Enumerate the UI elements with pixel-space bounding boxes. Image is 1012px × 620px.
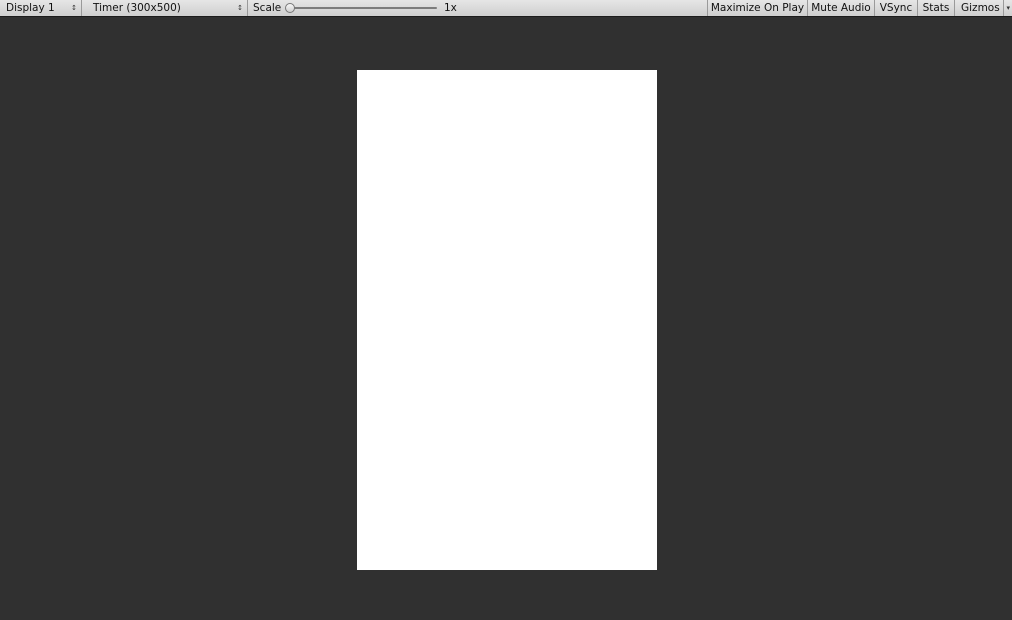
scale-label: Scale [253,2,282,14]
scale-slider-thumb[interactable] [285,3,295,13]
resolution-dropdown[interactable]: Timer (300x500) ↕ [87,0,248,16]
game-view-canvas[interactable] [357,70,657,570]
display-label: Display 1 [6,2,55,14]
chevron-down-icon[interactable]: ▾ [1003,0,1010,16]
game-toolbar: Display 1 ↕ Timer (300x500) ↕ Scale 1x M… [0,0,1012,17]
dropdown-arrow-icon: ↕ [71,4,77,12]
display-dropdown[interactable]: Display 1 ↕ [0,0,82,16]
gizmos-dropdown[interactable]: Gizmos ▾ [954,0,1012,16]
gizmos-label: Gizmos [961,2,1000,14]
game-window: Display 1 ↕ Timer (300x500) ↕ Scale 1x M… [0,0,1012,620]
resolution-label: Timer (300x500) [93,2,181,14]
scale-slider-track[interactable] [291,7,437,9]
mute-audio-toggle[interactable]: Mute Audio [807,0,874,16]
maximize-on-play-toggle[interactable]: Maximize On Play [707,0,807,16]
vsync-toggle[interactable]: VSync [874,0,917,16]
dropdown-arrow-icon: ↕ [237,4,243,12]
scale-value: 1x [444,2,457,14]
stats-toggle[interactable]: Stats [917,0,954,16]
